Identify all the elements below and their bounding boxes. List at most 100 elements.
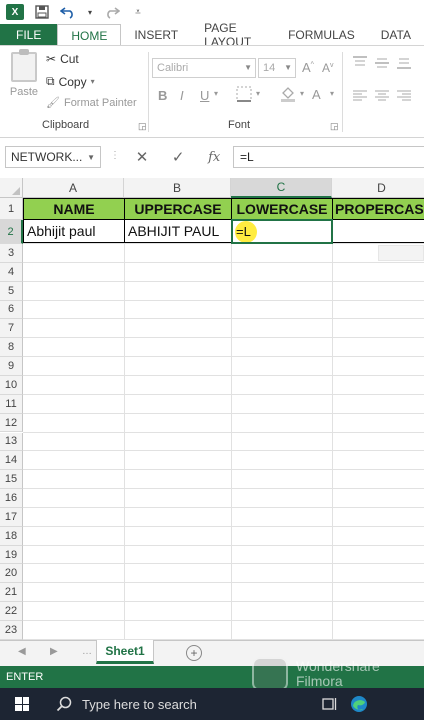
- align-center-icon[interactable]: [374, 90, 390, 105]
- grow-font-icon[interactable]: A^: [302, 60, 314, 75]
- row-header-6[interactable]: 6: [0, 300, 23, 320]
- row-header-1[interactable]: 1: [0, 198, 23, 220]
- save-icon[interactable]: [34, 4, 50, 20]
- sheet-tab-sheet1[interactable]: Sheet1: [96, 640, 154, 664]
- fill-color-icon[interactable]: [280, 86, 298, 105]
- row-header-18[interactable]: 18: [0, 526, 23, 546]
- drag-handle-icon[interactable]: ⋮: [110, 150, 120, 161]
- row-header-14[interactable]: 14: [0, 451, 23, 471]
- row-header-23[interactable]: 23: [0, 621, 23, 640]
- align-middle-icon[interactable]: [374, 56, 390, 73]
- tab-insert[interactable]: INSERT: [121, 24, 191, 46]
- taskbar-search[interactable]: Type here to search: [44, 688, 314, 720]
- cell-c2[interactable]: =L: [231, 219, 333, 244]
- sheet-nav-dots-icon[interactable]: …: [82, 646, 92, 657]
- row-header-3[interactable]: 3: [0, 244, 23, 263]
- cell-a2[interactable]: Abhijit paul: [23, 219, 125, 243]
- row-header-11[interactable]: 11: [0, 394, 23, 414]
- row-gridline: [23, 563, 424, 565]
- customize-icon[interactable]: ⩡: [130, 4, 146, 20]
- cell-c1[interactable]: LOWERCASE: [231, 198, 333, 220]
- font-color-icon[interactable]: A: [312, 87, 321, 102]
- name-box[interactable]: NETWORK... ▼: [5, 146, 101, 168]
- font-size-select[interactable]: 14 ▼: [258, 58, 296, 78]
- tab-data[interactable]: DATA: [368, 24, 424, 46]
- next-sheet-icon[interactable]: ▶: [50, 646, 58, 657]
- undo-icon[interactable]: [60, 4, 76, 20]
- row-header-15[interactable]: 15: [0, 470, 23, 490]
- font-name-select[interactable]: Calibri ▼: [152, 58, 256, 78]
- row-header-4[interactable]: 4: [0, 262, 23, 282]
- align-left-icon[interactable]: [352, 90, 368, 105]
- column-header-c[interactable]: C: [231, 178, 332, 198]
- enter-icon[interactable]: ✓: [172, 148, 185, 166]
- tab-page-layout[interactable]: PAGE LAYOUT: [191, 21, 275, 49]
- tab-home[interactable]: HOME: [57, 24, 122, 46]
- formula-input[interactable]: =L: [233, 146, 424, 168]
- column-header-b[interactable]: B: [124, 178, 231, 198]
- fill-color-dropdown-icon[interactable]: ▾: [300, 89, 304, 98]
- borders-icon[interactable]: [236, 86, 252, 105]
- clipboard-launcher-icon[interactable]: ◲: [138, 121, 147, 132]
- column-header-d[interactable]: D: [332, 178, 424, 198]
- borders-dropdown-icon[interactable]: ▾: [256, 89, 260, 98]
- bold-button[interactable]: B: [158, 88, 167, 103]
- row-header-17[interactable]: 17: [0, 507, 23, 527]
- undo-dropdown-icon[interactable]: ▾: [86, 4, 94, 20]
- row-header-2[interactable]: 2: [0, 220, 23, 244]
- row-header-19[interactable]: 19: [0, 545, 23, 565]
- row-header-10[interactable]: 10: [0, 375, 23, 395]
- row-gridline: [23, 337, 424, 339]
- ribbon: Paste ✂ Cut ⧉ Copy ▾ 🖌 Format Painter Cl…: [0, 46, 424, 138]
- row-header-13[interactable]: 13: [0, 432, 23, 452]
- cell-b2[interactable]: ABHIJIT PAUL: [124, 219, 232, 243]
- row-header-21[interactable]: 21: [0, 583, 23, 603]
- status-mode: ENTER: [6, 671, 44, 683]
- task-view-icon[interactable]: [314, 688, 344, 720]
- cut-button[interactable]: ✂ Cut: [46, 52, 79, 66]
- row-header-22[interactable]: 22: [0, 602, 23, 621]
- align-bottom-icon[interactable]: [396, 56, 412, 73]
- row-header-9[interactable]: 9: [0, 357, 23, 376]
- cancel-icon[interactable]: ✕: [136, 148, 149, 166]
- cell-a1[interactable]: NAME: [23, 198, 125, 220]
- underline-dropdown-icon[interactable]: ▾: [214, 89, 218, 98]
- copy-icon: ⧉: [46, 74, 55, 88]
- insert-function-icon[interactable]: fx: [208, 150, 220, 165]
- cell-d2[interactable]: [332, 219, 424, 243]
- autocomplete-shadow: [378, 245, 424, 261]
- row-header-8[interactable]: 8: [0, 338, 23, 358]
- windows-start-button[interactable]: [0, 688, 44, 720]
- column-gridline: [124, 198, 125, 640]
- italic-button[interactable]: I: [180, 88, 184, 103]
- row-header-5[interactable]: 5: [0, 281, 23, 301]
- format-painter-button[interactable]: 🖌 Format Painter: [46, 96, 137, 110]
- taskbar: Type here to search: [0, 688, 424, 720]
- watermark-line2: Filmora: [296, 673, 343, 689]
- copy-button[interactable]: ⧉ Copy ▾: [46, 74, 95, 89]
- redo-icon[interactable]: [104, 4, 120, 20]
- paste-button[interactable]: Paste: [6, 49, 42, 98]
- font-color-dropdown-icon[interactable]: ▾: [330, 89, 334, 98]
- cell-d1[interactable]: PROPERCASE: [332, 198, 424, 220]
- column-header-a[interactable]: A: [23, 178, 124, 198]
- cell-b1[interactable]: UPPERCASE: [124, 198, 232, 220]
- align-right-icon[interactable]: [396, 90, 412, 105]
- previous-sheet-icon[interactable]: ◀: [18, 646, 26, 657]
- shrink-font-icon[interactable]: Av: [322, 61, 334, 75]
- row-header-7[interactable]: 7: [0, 319, 23, 339]
- row-header-12[interactable]: 12: [0, 413, 23, 433]
- tab-file[interactable]: FILE: [0, 24, 58, 46]
- underline-button[interactable]: U: [200, 88, 209, 103]
- edge-browser-icon[interactable]: [344, 688, 374, 720]
- row-header-16[interactable]: 16: [0, 489, 23, 508]
- font-launcher-icon[interactable]: ◲: [330, 121, 339, 132]
- select-all-button[interactable]: [0, 178, 23, 198]
- search-icon: [56, 696, 72, 712]
- row-header-20[interactable]: 20: [0, 564, 23, 584]
- add-sheet-icon[interactable]: +: [186, 645, 202, 661]
- column-gridline: [231, 198, 232, 640]
- align-top-icon[interactable]: [352, 56, 368, 73]
- tab-formulas[interactable]: FORMULAS: [275, 24, 368, 46]
- search-placeholder: Type here to search: [82, 696, 197, 712]
